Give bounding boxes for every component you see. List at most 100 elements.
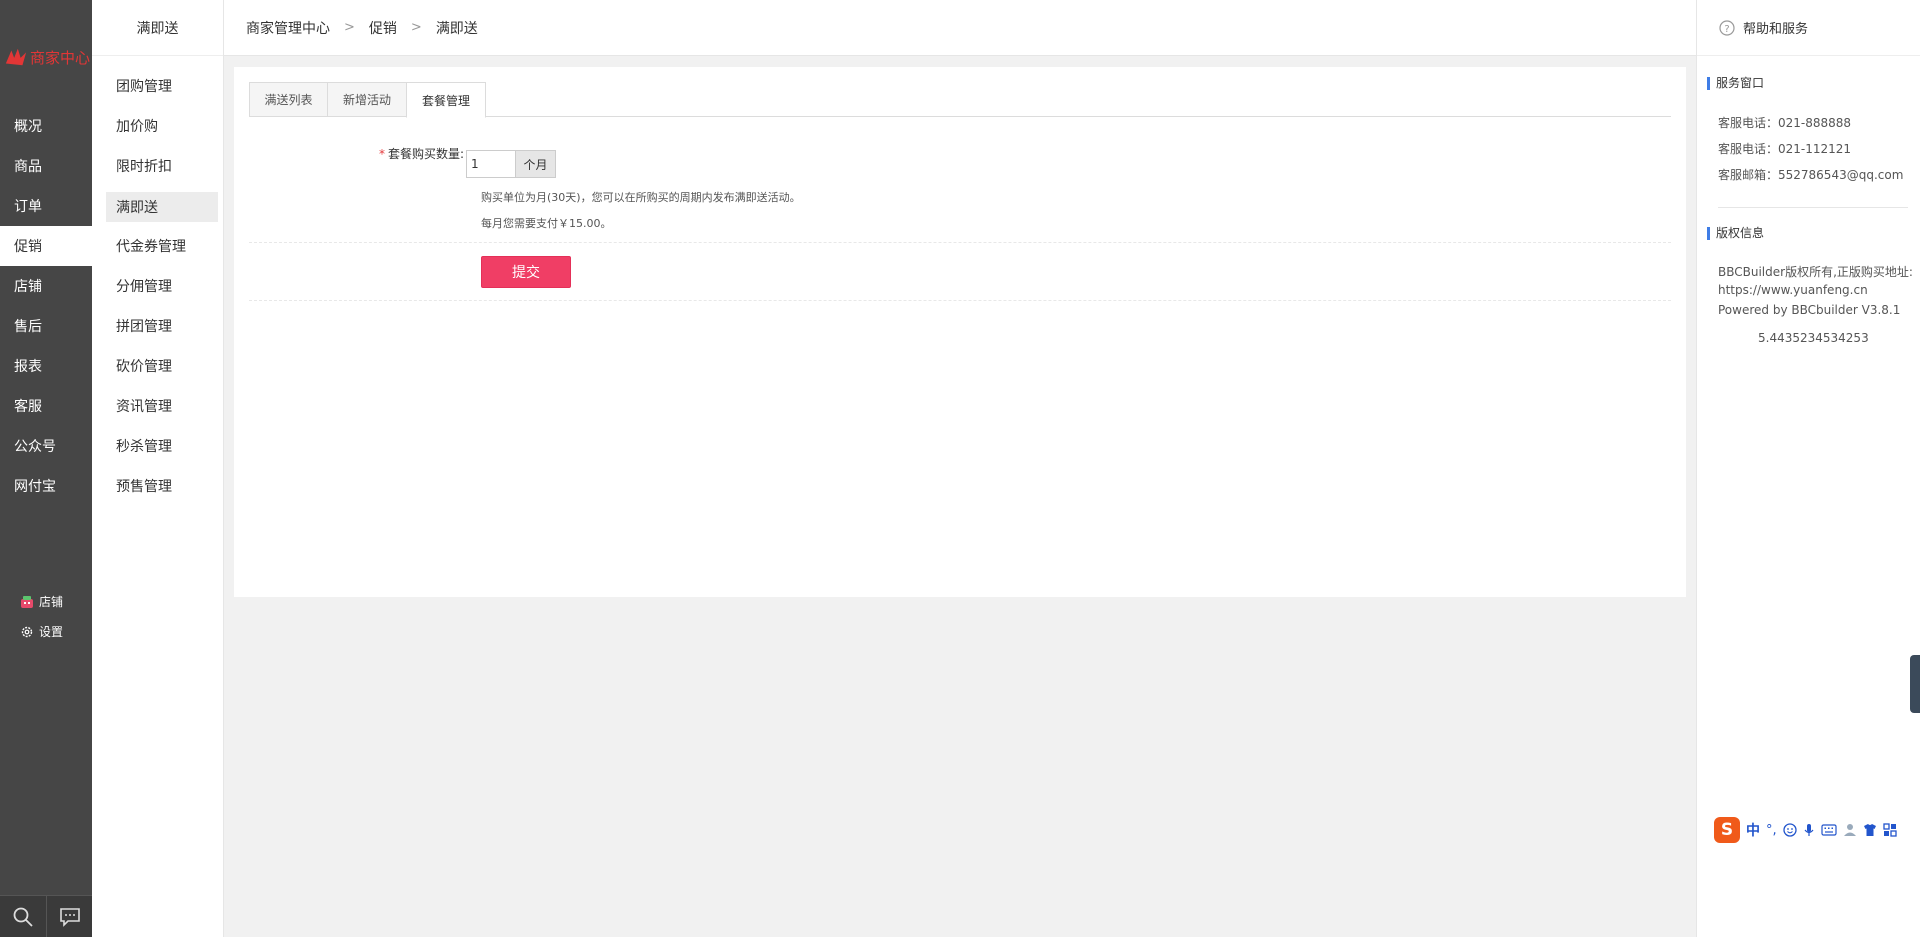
ime-toolbar: S 中 °,: [1714, 817, 1920, 843]
nav-item-wangfubao[interactable]: 网付宝: [0, 466, 92, 506]
nav-item-shop[interactable]: 店铺: [0, 266, 92, 306]
user-icon[interactable]: [1843, 823, 1857, 837]
nav-bottom-label: 店铺: [39, 595, 64, 609]
required-mark: *: [378, 147, 385, 161]
service-phone-1: 客服电话：021-888888: [1718, 116, 1852, 130]
sub-menu: 满即送 团购管理 加价购 限时折扣 满即送 代金券管理 分佣管理 拼团管理 砍价…: [92, 0, 224, 937]
nav-bottom-settings[interactable]: 设置: [20, 623, 63, 640]
tab-label: 套餐管理: [421, 93, 470, 108]
hint-purchase-unit: 购买单位为月(30天)，您可以在所购买的周期内发布满即送活动。: [481, 191, 801, 204]
nav-item-overview[interactable]: 概况: [0, 106, 92, 146]
tab-add-activity[interactable]: 新增活动: [327, 82, 407, 117]
sub-item-label: 分佣管理: [116, 279, 172, 295]
version-number: 5.4435234534253: [1758, 331, 1869, 345]
sub-item-seckill[interactable]: 秒杀管理: [106, 431, 218, 461]
sub-menu-title: 满即送: [92, 0, 223, 56]
breadcrumb-item[interactable]: 商家管理中心: [246, 18, 330, 38]
nav-label: 公众号: [14, 439, 56, 455]
nav-bottom-label: 设置: [39, 625, 64, 639]
nav-item-customer-service[interactable]: 客服: [0, 386, 92, 426]
breadcrumb: 商家管理中心 > 促销 > 满即送: [224, 0, 1696, 56]
copyright-line: BBCBuilder版权所有,正版购买地址:: [1718, 265, 1913, 279]
logo-icon: [5, 48, 27, 66]
nav-item-reports[interactable]: 报表: [0, 346, 92, 386]
logo[interactable]: 商家中心: [4, 42, 90, 72]
sidebar-tools: [0, 895, 92, 937]
message-button[interactable]: [46, 895, 92, 937]
logo-text: 商家中心: [29, 48, 90, 67]
quantity-label: * 套餐购买数量:: [249, 145, 464, 162]
sub-item-group-purchase[interactable]: 拼团管理: [106, 311, 218, 341]
sub-item-full-gift[interactable]: 满即送: [106, 192, 218, 222]
search-icon: [13, 907, 33, 927]
sub-item-voucher[interactable]: 代金券管理: [106, 231, 218, 261]
powered-by: Powered by BBCbuilder V3.8.1: [1718, 303, 1901, 317]
sub-item-bargain[interactable]: 砍价管理: [106, 351, 218, 381]
help-divider: [1718, 207, 1908, 208]
nav-label: 订单: [14, 199, 42, 215]
sub-item-news[interactable]: 资讯管理: [106, 391, 218, 421]
sub-item-add-price-buy[interactable]: 加价购: [106, 111, 218, 141]
side-drawer-handle[interactable]: [1910, 655, 1920, 713]
nav-item-orders[interactable]: 订单: [0, 186, 92, 226]
ime-punct[interactable]: °,: [1766, 823, 1777, 838]
main-panel: 满送列表 新增活动 套餐管理 *套餐购买数量: 个月 购买单位为月(30天)，您…: [234, 67, 1686, 597]
chevron-right-icon: >: [344, 20, 355, 35]
quantity-unit: 个月: [516, 150, 556, 178]
breadcrumb-item: 满即送: [435, 20, 478, 37]
sub-item-label: 秒杀管理: [116, 439, 172, 455]
copyright-url[interactable]: https://www.yuanfeng.cn: [1718, 283, 1868, 297]
nav-label: 商品: [14, 159, 42, 175]
sub-item-group-buy[interactable]: 团购管理: [106, 71, 218, 101]
nav-label: 售后: [14, 319, 42, 335]
nav-item-aftersale[interactable]: 售后: [0, 306, 92, 346]
nav-item-goods[interactable]: 商品: [0, 146, 92, 186]
nav-label: 客服: [14, 399, 42, 415]
nav-label: 促销: [14, 239, 42, 255]
shirt-icon[interactable]: [1863, 823, 1877, 837]
sub-item-label: 加价购: [116, 119, 158, 135]
quantity-input[interactable]: [466, 150, 516, 178]
help-icon: ?: [1719, 19, 1735, 36]
help-panel: ? 帮助和服务 服务窗口 客服电话：021-888888 客服电话：021-11…: [1696, 0, 1920, 937]
service-window-title: 服务窗口: [1707, 77, 1764, 90]
tab-full-gift-list[interactable]: 满送列表: [249, 82, 328, 117]
help-title: 帮助和服务: [1743, 22, 1809, 37]
main-sidebar: 商家中心 概况 商品 订单 促销 店铺 售后 报表 客服 公众号 网付宝 店铺 …: [0, 0, 92, 937]
quantity-label-text: 套餐购买数量:: [387, 147, 464, 161]
sub-item-label: 代金券管理: [116, 239, 186, 255]
emoji-icon[interactable]: [1782, 823, 1797, 837]
svg-text:?: ?: [1724, 24, 1729, 35]
sub-item-presale[interactable]: 预售管理: [106, 471, 218, 501]
grid-icon[interactable]: [1882, 823, 1897, 837]
message-icon: [59, 907, 80, 927]
sub-item-commission[interactable]: 分佣管理: [106, 271, 218, 301]
tab-label: 新增活动: [342, 93, 391, 107]
microphone-icon[interactable]: [1803, 823, 1815, 837]
nav-label: 网付宝: [14, 479, 56, 495]
service-email: 客服邮箱：552786543@qq.com: [1718, 168, 1904, 182]
tab-package-management[interactable]: 套餐管理: [406, 82, 486, 118]
sub-item-label: 拼团管理: [116, 319, 172, 335]
search-button[interactable]: [0, 896, 46, 937]
ime-mode[interactable]: 中: [1746, 820, 1760, 840]
sub-item-label: 满即送: [116, 200, 158, 216]
ime-logo-icon[interactable]: S: [1714, 817, 1740, 843]
nav-item-promotion[interactable]: 促销: [0, 226, 92, 266]
breadcrumb-item[interactable]: 促销: [369, 18, 397, 38]
sub-item-label: 资讯管理: [116, 399, 172, 415]
submit-button[interactable]: 提交: [481, 256, 571, 288]
chevron-right-icon: >: [410, 20, 422, 35]
sub-item-flash-discount[interactable]: 限时折扣: [106, 151, 218, 181]
gear-icon: [21, 626, 33, 637]
form-row-quantity: * 套餐购买数量:: [249, 117, 1671, 243]
sub-item-label: 砍价管理: [116, 359, 172, 375]
nav-bottom-shop[interactable]: 店铺: [20, 593, 63, 610]
tab-label: 满送列表: [264, 93, 313, 107]
hint-monthly-price: 每月您需要支付￥15.00。: [481, 217, 612, 230]
nav-item-official-account[interactable]: 公众号: [0, 426, 92, 466]
help-header[interactable]: ? 帮助和服务: [1697, 0, 1920, 56]
quantity-stepper: 个月: [466, 150, 556, 178]
nav-label: 报表: [14, 359, 42, 375]
keyboard-icon[interactable]: [1821, 824, 1837, 836]
